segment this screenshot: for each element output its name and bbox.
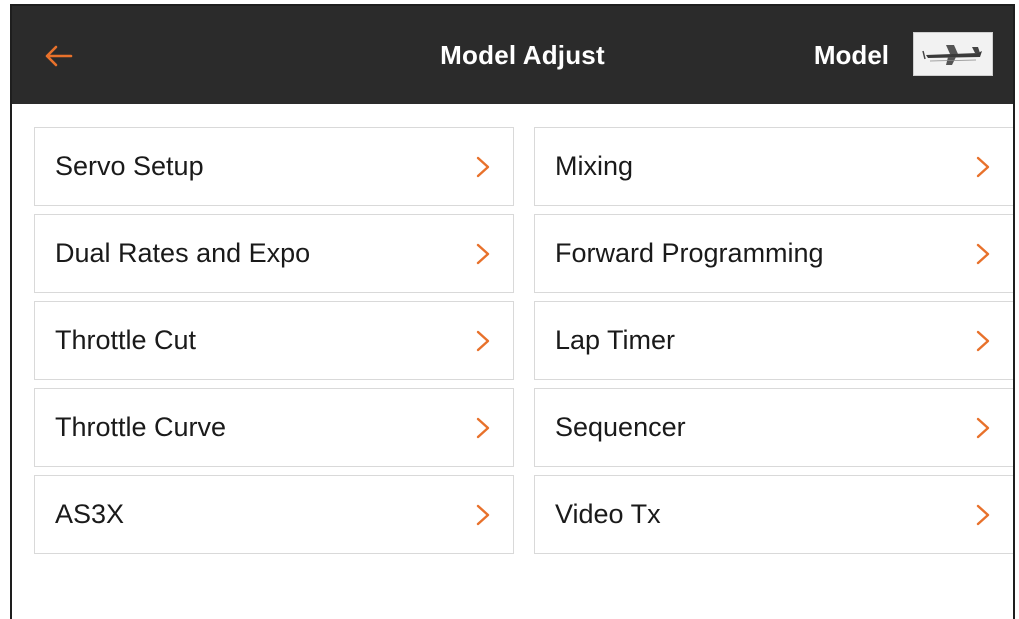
menu-item-forward-programming[interactable]: Forward Programming xyxy=(534,214,1013,293)
menu-item-throttle-cut[interactable]: Throttle Cut xyxy=(34,301,514,380)
menu-item-as3x[interactable]: AS3X xyxy=(34,475,514,554)
menu-item-label: Dual Rates and Expo xyxy=(55,238,311,268)
menu-item-throttle-curve[interactable]: Throttle Curve xyxy=(34,388,514,467)
menu-item-label: Mixing xyxy=(555,151,634,181)
chevron-right-icon xyxy=(975,242,991,266)
menu-item-servo-setup[interactable]: Servo Setup xyxy=(34,127,514,206)
chevron-right-icon xyxy=(975,416,991,440)
chevron-right-icon xyxy=(475,155,491,179)
menu-item-label: Throttle Cut xyxy=(55,325,197,355)
model-thumbnail[interactable] xyxy=(913,32,993,76)
top-bar: Model Adjust Model xyxy=(12,6,1013,104)
model-label[interactable]: Model xyxy=(814,40,889,71)
airplane-icon xyxy=(922,45,982,65)
menu-item-mixing[interactable]: Mixing xyxy=(534,127,1013,206)
chevron-right-icon xyxy=(475,242,491,266)
menu-item-label: Servo Setup xyxy=(55,151,204,181)
menu-item-label: Forward Programming xyxy=(555,238,824,268)
menu-item-video-tx[interactable]: Video Tx xyxy=(534,475,1013,554)
chevron-right-icon xyxy=(475,329,491,353)
menu-item-label: Video Tx xyxy=(555,499,661,529)
screen-frame: Model Adjust Model Servo Setup Mixing Du… xyxy=(10,4,1015,619)
menu-item-sequencer[interactable]: Sequencer xyxy=(534,388,1013,467)
chevron-right-icon xyxy=(975,503,991,527)
menu-item-label: Lap Timer xyxy=(555,325,676,355)
menu-item-label: Sequencer xyxy=(555,412,686,442)
chevron-right-icon xyxy=(975,329,991,353)
menu-item-label: Throttle Curve xyxy=(55,412,227,442)
menu-item-label: AS3X xyxy=(55,499,125,529)
menu-item-dual-rates-expo[interactable]: Dual Rates and Expo xyxy=(34,214,514,293)
chevron-right-icon xyxy=(475,503,491,527)
menu-grid: Servo Setup Mixing Dual Rates and Expo F… xyxy=(34,127,1013,554)
menu-item-lap-timer[interactable]: Lap Timer xyxy=(534,301,1013,380)
chevron-right-icon xyxy=(475,416,491,440)
chevron-right-icon xyxy=(975,155,991,179)
